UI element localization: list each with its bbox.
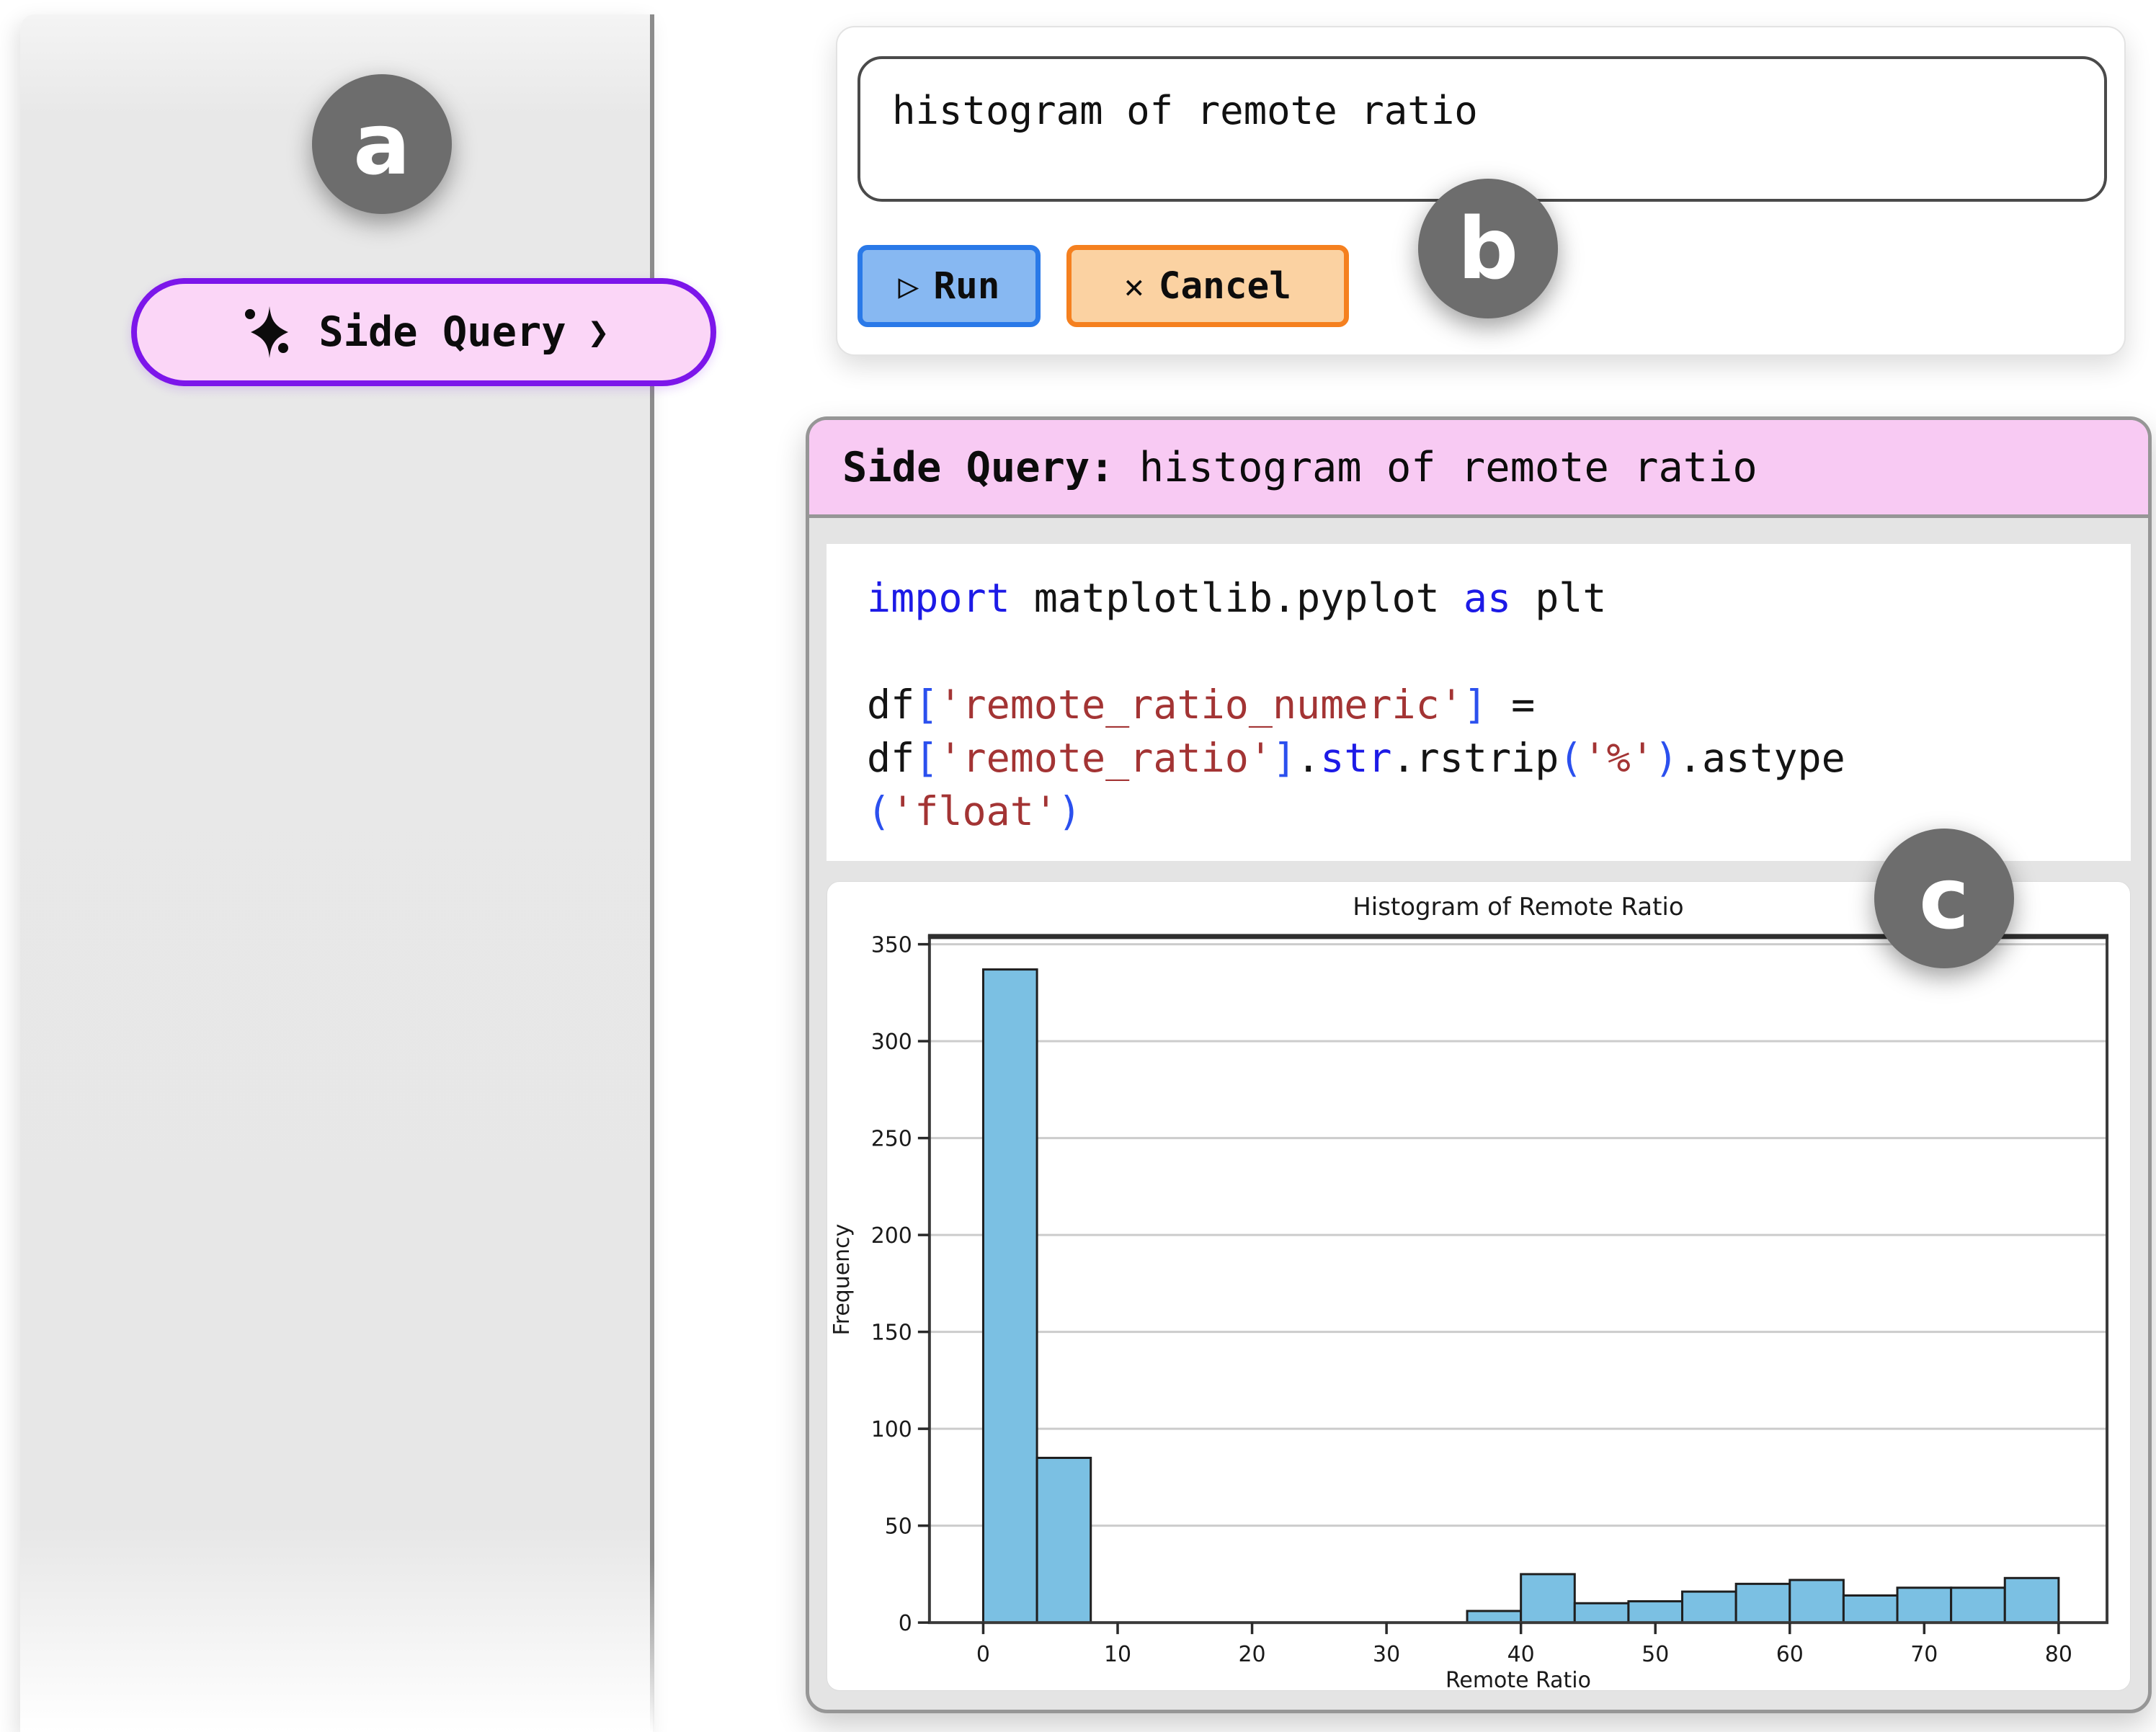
svg-text:60: 60	[1776, 1642, 1804, 1667]
svg-text:Frequency: Frequency	[829, 1224, 855, 1336]
code-block: import matplotlib.pyplot as plt df['remo…	[827, 544, 2131, 861]
svg-text:10: 10	[1104, 1642, 1131, 1667]
play-icon: ▷	[898, 266, 919, 306]
svg-text:0: 0	[976, 1642, 990, 1667]
sparkle-icon	[238, 300, 301, 364]
run-button-label: Run	[933, 265, 999, 308]
result-header: Side Query: histogram of remote ratio	[809, 420, 2148, 518]
svg-text:80: 80	[2045, 1642, 2072, 1667]
sidebar-divider	[650, 14, 654, 1732]
side-query-button-label: Side Query	[318, 308, 566, 356]
badge-a-letter: a	[353, 94, 411, 194]
chevron-right-icon: ❯	[588, 311, 610, 353]
svg-text:Remote Ratio: Remote Ratio	[1446, 1668, 1591, 1690]
svg-text:50: 50	[885, 1514, 912, 1540]
run-button[interactable]: ▷ Run	[858, 245, 1041, 327]
svg-text:70: 70	[1910, 1642, 1938, 1667]
code-line: df['remote_ratio'].str.rstrip('%').astyp…	[867, 731, 2090, 785]
result-header-prefix: Side Query:	[842, 444, 1115, 491]
svg-text:40: 40	[1507, 1642, 1535, 1667]
code-line: ('float')	[867, 785, 2090, 838]
side-query-button[interactable]: Side Query ❯	[131, 278, 716, 386]
svg-text:350: 350	[871, 933, 912, 958]
svg-text:Histogram of Remote Ratio: Histogram of Remote Ratio	[1353, 893, 1683, 921]
svg-text:50: 50	[1642, 1642, 1669, 1667]
annotation-badge-a: a	[312, 74, 452, 214]
svg-text:300: 300	[871, 1030, 912, 1055]
svg-text:0: 0	[899, 1611, 912, 1636]
code-line	[867, 625, 2090, 678]
side-query-result-card: Side Query: histogram of remote ratio im…	[806, 416, 2152, 1713]
code-line: import matplotlib.pyplot as plt	[867, 571, 2090, 625]
chart-panel: 0 50 100 150 200 250 300 350 0 10 20 30 40 50 60 70 80 Hi…	[827, 881, 2131, 1691]
code-line: df['remote_ratio_numeric'] =	[867, 678, 2090, 731]
histogram-chart: 0 50 100 150 200 250 300 350 0 10 20 30 40 50 60 70 80 Hi…	[827, 882, 2130, 1690]
svg-text:100: 100	[871, 1417, 912, 1442]
badge-b-letter: b	[1458, 199, 1518, 298]
svg-text:250: 250	[871, 1127, 912, 1152]
cancel-button[interactable]: ✕ Cancel	[1066, 245, 1349, 327]
cancel-button-label: Cancel	[1159, 265, 1291, 308]
badge-c-letter: c	[1919, 849, 1969, 948]
sidebar-panel	[20, 14, 653, 1732]
svg-text:150: 150	[871, 1321, 912, 1346]
result-header-query: histogram of remote ratio	[1115, 444, 1758, 491]
svg-text:20: 20	[1239, 1642, 1266, 1667]
annotation-badge-c: c	[1874, 829, 2014, 968]
annotation-badge-b: b	[1418, 179, 1558, 318]
x-icon: ✕	[1124, 267, 1144, 305]
svg-text:200: 200	[871, 1223, 912, 1249]
svg-text:30: 30	[1373, 1642, 1400, 1667]
